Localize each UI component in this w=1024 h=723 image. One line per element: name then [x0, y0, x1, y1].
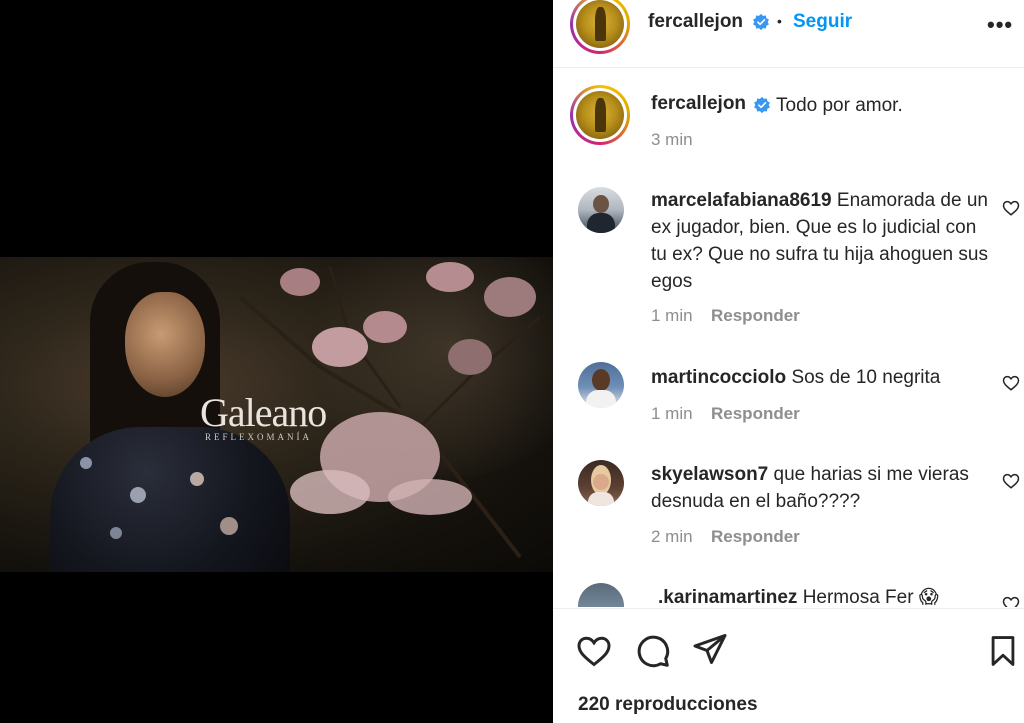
comment-timestamp[interactable]: 1 min [651, 404, 693, 424]
comment-username[interactable]: skyelawson7 [651, 464, 768, 485]
comment-bubble-icon[interactable] [635, 633, 671, 669]
share-send-icon[interactable] [692, 631, 728, 667]
comment-text-block: skyelawson7 que harias si me vieras desn… [651, 461, 991, 515]
commenter-avatar[interactable] [578, 187, 624, 233]
follow-button[interactable]: Seguir [793, 11, 852, 33]
watermark-subtitle: REFLEXOMANÍA [205, 432, 312, 442]
caption-username[interactable]: fercallejon [651, 93, 746, 115]
caption-text: Todo por amor. [776, 95, 903, 116]
post-actions-bar: 220 reproducciones [553, 608, 1024, 723]
view-count[interactable]: 220 reproducciones [578, 694, 758, 716]
post-header: fercallejon • Seguir ••• [553, 0, 1024, 68]
comment-username[interactable]: martincocciolo [651, 367, 786, 388]
comment-timestamp[interactable]: 1 min [651, 306, 693, 326]
comments-section[interactable]: fercallejon Todo por amor. 3 min marcela… [553, 69, 1024, 607]
commenter-avatar[interactable] [578, 583, 624, 607]
verified-badge-icon [754, 96, 770, 114]
comment-text: Sos de 10 negrita [791, 367, 941, 388]
like-comment-heart-icon[interactable] [1002, 595, 1020, 607]
more-options-button[interactable]: ••• [987, 12, 1013, 38]
post-panel: fercallejon • Seguir ••• fercallejon Tod… [553, 0, 1024, 723]
comment-text: Hermosa Fer 😱 [802, 587, 939, 607]
save-bookmark-icon[interactable] [986, 633, 1020, 669]
watermark-title: Galeano [200, 390, 327, 435]
reply-button[interactable]: Responder [711, 527, 800, 547]
reply-button[interactable]: Responder [711, 404, 800, 424]
like-comment-heart-icon[interactable] [1002, 374, 1020, 392]
commenter-avatar[interactable] [578, 460, 624, 506]
like-heart-icon[interactable] [576, 633, 612, 669]
caption-author-avatar[interactable] [570, 85, 630, 145]
caption-timestamp[interactable]: 3 min [651, 130, 693, 150]
comment-username[interactable]: .karinamartinez [658, 587, 797, 607]
comment-text-block: martincocciolo Sos de 10 negrita [651, 364, 991, 391]
commenter-avatar[interactable] [578, 362, 624, 408]
verified-badge-icon [753, 13, 769, 31]
comment-text-block: marcelafabiana8619 Enamorada de un ex ju… [651, 187, 991, 295]
comment-timestamp[interactable]: 2 min [651, 527, 693, 547]
like-comment-heart-icon[interactable] [1002, 472, 1020, 490]
comment-text-block: .karinamartinez Hermosa Fer 😱 [658, 584, 1003, 607]
video-frame[interactable]: Galeano REFLEXOMANÍA [0, 257, 553, 572]
like-comment-heart-icon[interactable] [1002, 199, 1020, 217]
reply-button[interactable]: Responder [711, 306, 800, 326]
media-viewer[interactable]: Galeano REFLEXOMANÍA [0, 0, 553, 723]
author-avatar[interactable] [570, 0, 630, 54]
comment-username[interactable]: marcelafabiana8619 [651, 190, 832, 211]
author-username[interactable]: fercallejon [648, 11, 743, 33]
header-separator: • [777, 13, 782, 29]
